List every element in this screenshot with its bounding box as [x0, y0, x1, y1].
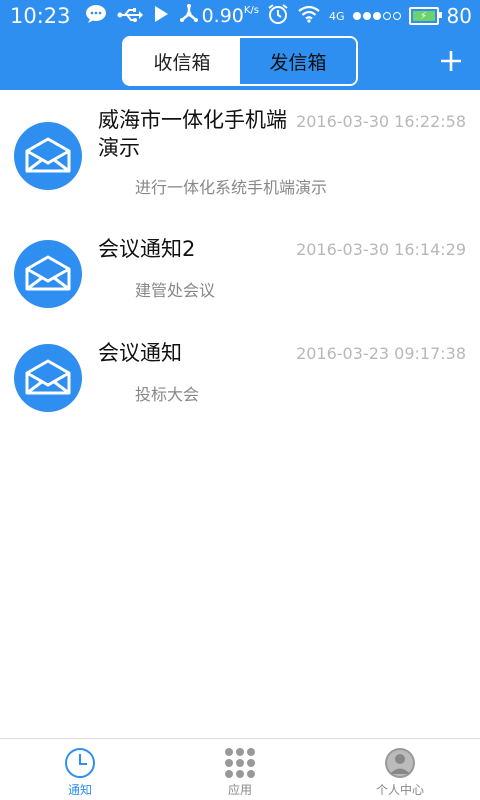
battery-icon: ⚡ — [408, 7, 442, 25]
bottom-nav: 通知 应用 个人中心 — [0, 738, 480, 800]
nav-item-apps[interactable]: 应用 — [160, 739, 320, 800]
message-time: 2016-03-30 16:22:58 — [296, 112, 466, 131]
message-list: 威海市一体化手机端演示 2016-03-30 16:22:58 进行一体化系统手… — [0, 90, 480, 418]
status-notification-icons — [85, 3, 199, 29]
envelope-icon — [14, 122, 82, 190]
status-time: 10:23 — [10, 4, 71, 28]
header-bar: 收信箱 发信箱 — [0, 32, 480, 90]
tab-outbox[interactable]: 发信箱 — [240, 38, 356, 84]
alarm-icon — [267, 3, 289, 30]
envelope-icon — [14, 344, 82, 412]
message-time: 2016-03-30 16:14:29 — [296, 240, 466, 259]
plus-icon — [441, 51, 461, 71]
usb-icon — [117, 4, 143, 28]
chat-icon — [85, 4, 107, 29]
status-bar: 10:23 0.90K/s 4G ⚡ 80 — [0, 0, 480, 32]
apps-grid-icon — [224, 747, 256, 779]
list-item[interactable]: 会议通知 2016-03-23 09:17:38 投标大会 — [0, 314, 480, 418]
share-icon — [179, 3, 199, 29]
app-screen: 10:23 0.90K/s 4G ⚡ 80 收信箱 发信箱 威海市一体化手机端演… — [0, 0, 480, 800]
clock-icon — [64, 747, 96, 779]
tab-inbox[interactable]: 收信箱 — [124, 38, 240, 84]
nav-label: 通知 — [67, 783, 92, 797]
message-subtitle: 建管处会议 — [135, 281, 216, 300]
network-speed: 0.90K/s — [201, 5, 260, 27]
wifi-icon — [297, 4, 321, 28]
mailbox-segmented-control: 收信箱 发信箱 — [122, 36, 358, 86]
message-title: 会议通知2 — [98, 237, 196, 261]
message-title: 会议通知 — [98, 341, 182, 365]
nav-label: 应用 — [227, 783, 252, 797]
message-subtitle: 进行一体化系统手机端演示 — [135, 178, 328, 197]
play-icon — [153, 4, 169, 28]
status-system-icons: 0.90K/s 4G ⚡ 80 — [202, 0, 472, 32]
nav-item-profile[interactable]: 个人中心 — [320, 739, 480, 800]
signal-dots-icon — [352, 12, 401, 20]
list-item[interactable]: 会议通知2 2016-03-30 16:14:29 建管处会议 — [0, 210, 480, 314]
add-button[interactable] — [434, 44, 468, 78]
message-time: 2016-03-23 09:17:38 — [296, 344, 466, 363]
envelope-icon — [14, 240, 82, 308]
network-type: 4G — [329, 9, 345, 23]
nav-item-notifications[interactable]: 通知 — [0, 739, 160, 800]
list-item[interactable]: 威海市一体化手机端演示 2016-03-30 16:22:58 进行一体化系统手… — [0, 90, 480, 210]
battery-level: 80 — [446, 4, 472, 28]
message-title: 威海市一体化手机端演示 — [98, 108, 287, 160]
nav-label: 个人中心 — [375, 783, 424, 797]
person-icon — [384, 747, 416, 779]
message-subtitle: 投标大会 — [135, 385, 200, 404]
